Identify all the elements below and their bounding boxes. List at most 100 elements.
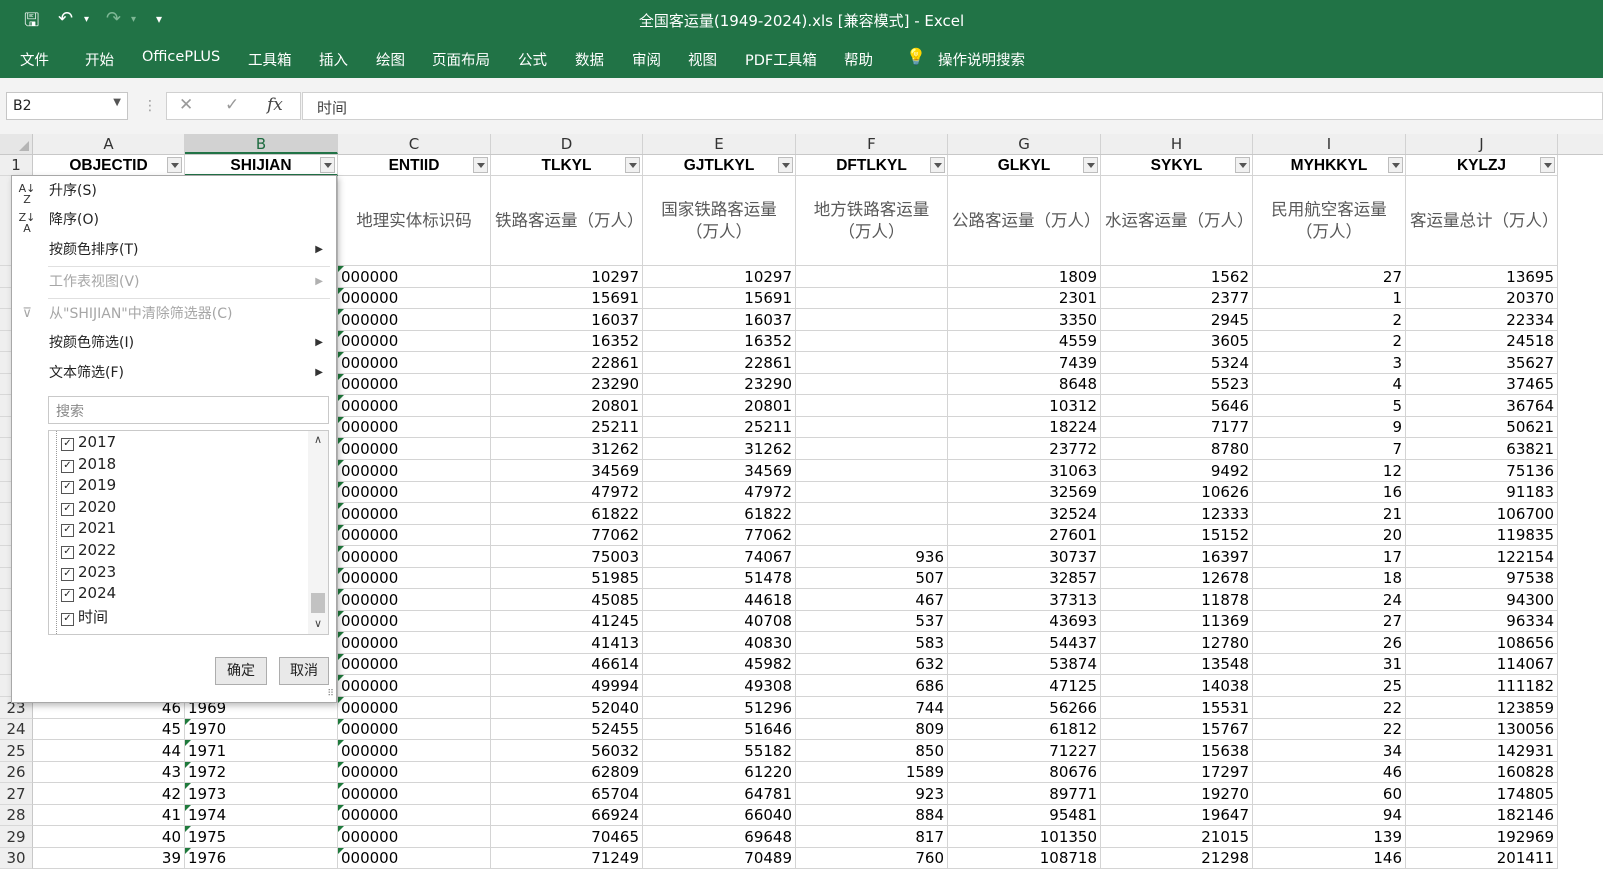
checkbox-checked-icon[interactable]: ✓ <box>61 481 74 495</box>
data-cell-F[interactable] <box>796 331 948 352</box>
data-cell-A[interactable]: 41 <box>33 805 185 826</box>
data-cell-D[interactable]: 61822 <box>491 503 643 525</box>
data-cell-H[interactable]: 7177 <box>1101 417 1253 438</box>
data-cell-E[interactable]: 47972 <box>643 482 796 503</box>
data-cell-I[interactable]: 24 <box>1253 589 1406 611</box>
data-cell-J[interactable]: 96334 <box>1406 611 1558 632</box>
data-cell-I[interactable]: 5 <box>1253 395 1406 417</box>
data-cell-F[interactable]: 817 <box>796 826 948 848</box>
data-cell-H[interactable]: 11369 <box>1101 611 1253 632</box>
data-cell-D[interactable]: 31262 <box>491 438 643 460</box>
tab-data[interactable]: 数据 <box>575 49 604 70</box>
data-cell-F[interactable] <box>796 417 948 438</box>
data-cell-G[interactable]: 32524 <box>948 503 1101 525</box>
filter-dropdown-button[interactable] <box>1083 157 1098 173</box>
data-cell-E[interactable]: 55182 <box>643 740 796 762</box>
data-cell-D[interactable]: 15691 <box>491 288 643 309</box>
data-cell-F[interactable] <box>796 309 948 331</box>
row-header[interactable]: 28 <box>0 805 33 826</box>
data-cell-H[interactable]: 1562 <box>1101 266 1253 288</box>
row-header[interactable]: 24 <box>0 719 33 740</box>
data-cell-C[interactable]: 000000 <box>338 352 491 374</box>
data-cell-J[interactable]: 192969 <box>1406 826 1558 848</box>
data-cell-G[interactable]: 8648 <box>948 374 1101 395</box>
data-cell-H[interactable]: 14038 <box>1101 675 1253 697</box>
data-cell-E[interactable]: 25211 <box>643 417 796 438</box>
data-cell-D[interactable]: 62809 <box>491 762 643 783</box>
data-cell-B[interactable]: 1975 <box>185 826 338 848</box>
data-cell-H[interactable]: 5523 <box>1101 374 1253 395</box>
data-cell-I[interactable]: 20 <box>1253 525 1406 546</box>
data-cell-G[interactable]: 31063 <box>948 460 1101 482</box>
row-header[interactable]: 1 <box>0 155 33 176</box>
checkbox-checked-icon[interactable]: ✓ <box>61 612 74 626</box>
data-cell-I[interactable]: 3 <box>1253 352 1406 374</box>
column-header-E[interactable]: E <box>643 134 796 154</box>
filter-dropdown-button[interactable] <box>1235 157 1250 173</box>
row-header[interactable]: 29 <box>0 826 33 848</box>
column-header-H[interactable]: H <box>1101 134 1253 154</box>
data-cell-D[interactable]: 77062 <box>491 525 643 546</box>
data-cell-C[interactable]: 000000 <box>338 525 491 546</box>
data-cell-G[interactable]: 1809 <box>948 266 1101 288</box>
data-cell-C[interactable]: 000000 <box>338 288 491 309</box>
data-cell-E[interactable]: 61220 <box>643 762 796 783</box>
data-cell-D[interactable]: 66924 <box>491 805 643 826</box>
data-cell-J[interactable]: 36764 <box>1406 395 1558 417</box>
data-cell-D[interactable]: 56032 <box>491 740 643 762</box>
header-cell-A[interactable]: OBJECTID <box>33 155 185 176</box>
data-cell-G[interactable]: 7439 <box>948 352 1101 374</box>
data-cell-H[interactable]: 3605 <box>1101 331 1253 352</box>
data-cell-I[interactable]: 22 <box>1253 697 1406 719</box>
data-cell-I[interactable]: 146 <box>1253 848 1406 869</box>
header-cell-D[interactable]: TLKYL <box>491 155 643 176</box>
data-cell-G[interactable]: 3350 <box>948 309 1101 331</box>
filter-list-item[interactable]: ✓ 2018 <box>61 455 116 475</box>
data-cell-I[interactable]: 31 <box>1253 654 1406 675</box>
data-cell-G[interactable]: 95481 <box>948 805 1101 826</box>
data-cell-G[interactable]: 32857 <box>948 568 1101 589</box>
row-header[interactable]: 25 <box>0 740 33 762</box>
data-cell-G[interactable]: 61812 <box>948 719 1101 740</box>
data-cell-J[interactable]: 50621 <box>1406 417 1558 438</box>
data-cell-D[interactable]: 52040 <box>491 697 643 719</box>
data-cell-H[interactable]: 15638 <box>1101 740 1253 762</box>
data-cell-J[interactable]: 75136 <box>1406 460 1558 482</box>
tab-review[interactable]: 审阅 <box>632 49 661 70</box>
data-cell-I[interactable]: 27 <box>1253 266 1406 288</box>
data-cell-H[interactable]: 21015 <box>1101 826 1253 848</box>
description-cell-G[interactable]: 公路客运量（万人） <box>948 176 1101 266</box>
data-cell-J[interactable]: 22334 <box>1406 309 1558 331</box>
row-header[interactable]: 26 <box>0 762 33 783</box>
data-cell-E[interactable]: 51478 <box>643 568 796 589</box>
data-cell-H[interactable]: 21298 <box>1101 848 1253 869</box>
data-cell-G[interactable]: 54437 <box>948 632 1101 654</box>
checkbox-checked-icon[interactable]: ✓ <box>61 524 74 538</box>
data-cell-F[interactable]: 686 <box>796 675 948 697</box>
data-cell-A[interactable]: 39 <box>33 848 185 869</box>
filter-dropdown-button[interactable] <box>167 157 182 173</box>
data-cell-C[interactable]: 000000 <box>338 309 491 331</box>
chevron-down-icon[interactable]: ∨ <box>308 617 328 630</box>
description-cell-J[interactable]: 客运量总计（万人） <box>1406 176 1558 266</box>
data-cell-E[interactable]: 16352 <box>643 331 796 352</box>
data-cell-I[interactable]: 21 <box>1253 503 1406 525</box>
data-cell-H[interactable]: 12333 <box>1101 503 1253 525</box>
tab-home[interactable]: 开始 <box>85 49 114 70</box>
data-cell-E[interactable]: 51646 <box>643 719 796 740</box>
data-cell-E[interactable]: 70489 <box>643 848 796 869</box>
header-cell-I[interactable]: MYHKKYL <box>1253 155 1406 176</box>
data-cell-F[interactable]: 884 <box>796 805 948 826</box>
tab-officeplus[interactable]: OfficePLUS <box>142 49 220 65</box>
header-cell-B[interactable]: SHIJIAN <box>185 155 338 176</box>
data-cell-H[interactable]: 17297 <box>1101 762 1253 783</box>
data-cell-E[interactable]: 15691 <box>643 288 796 309</box>
column-header-B[interactable]: B <box>185 134 338 154</box>
data-cell-F[interactable] <box>796 525 948 546</box>
data-cell-I[interactable]: 60 <box>1253 783 1406 805</box>
column-header-D[interactable]: D <box>491 134 643 154</box>
data-cell-C[interactable]: 000000 <box>338 675 491 697</box>
data-cell-I[interactable]: 9 <box>1253 417 1406 438</box>
data-cell-C[interactable]: 000000 <box>338 783 491 805</box>
filter-dropdown-button[interactable] <box>1388 157 1403 173</box>
